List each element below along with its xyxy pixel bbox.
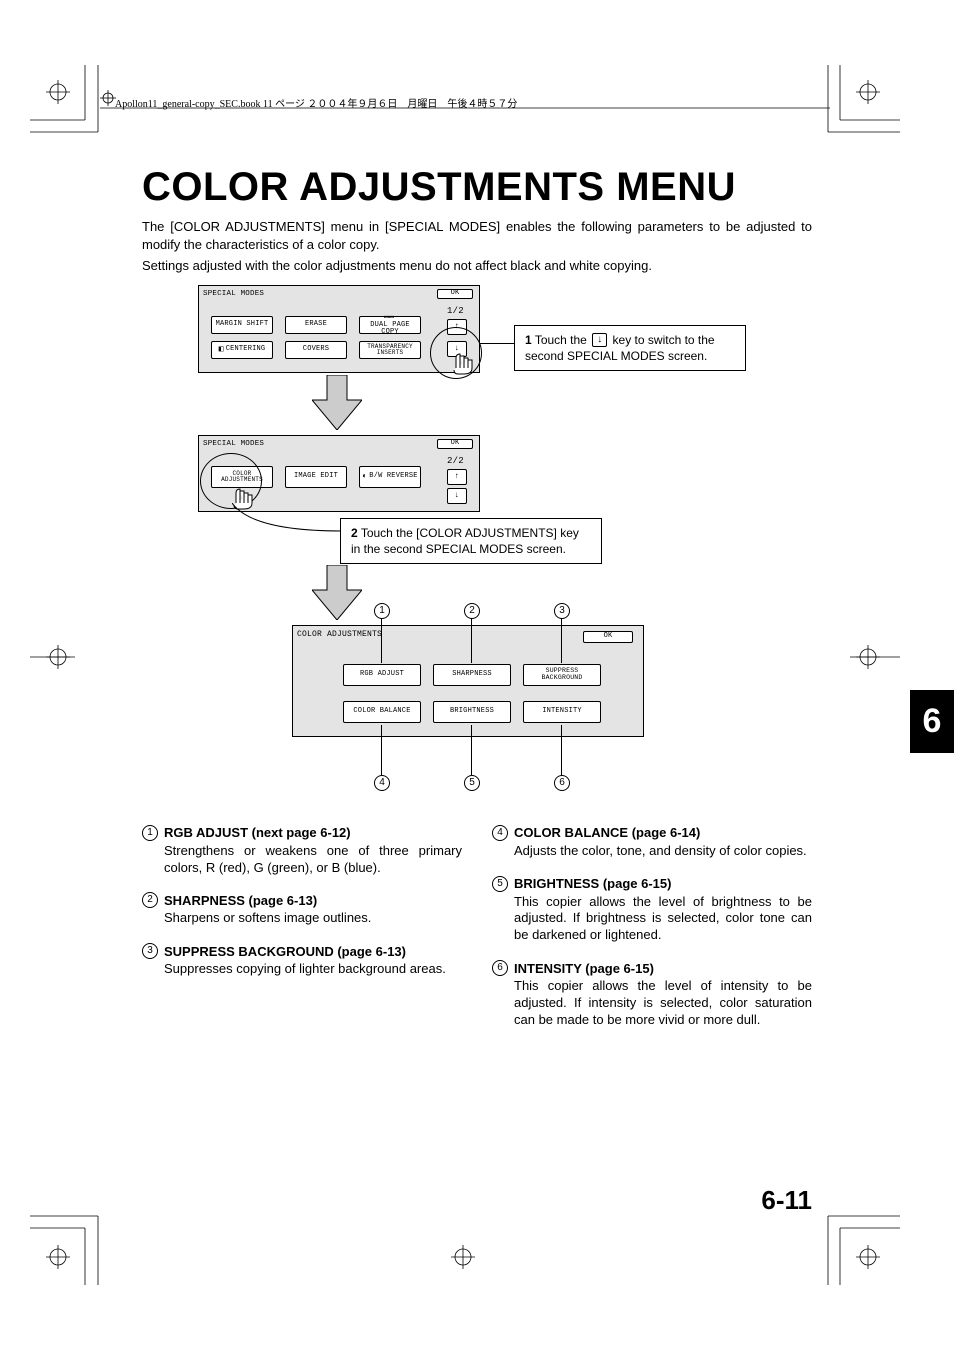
- panel2-title: SPECIAL MODES: [203, 440, 264, 448]
- definitions-right-column: 4 COLOR BALANCE (page 6-14) Adjusts the …: [492, 825, 812, 1045]
- def-sharpness: 2 SHARPNESS (page 6-13) Sharpens or soft…: [142, 892, 462, 927]
- def-suppress-background: 3 SUPPRESS BACKGROUND (page 6-13) Suppre…: [142, 943, 462, 978]
- panel1-title: SPECIAL MODES: [203, 290, 264, 298]
- def-color-balance: 4 COLOR BALANCE (page 6-14) Adjusts the …: [492, 825, 812, 860]
- panel2-down-button: ↓: [447, 488, 467, 504]
- page-content: COLOR ADJUSTMENTS MENU The [COLOR ADJUST…: [142, 165, 812, 1045]
- panel1-dual-page: ▭▭DUAL PAGE COPY: [359, 316, 421, 334]
- panel3-color-balance: COLOR BALANCE: [343, 701, 421, 723]
- panel1-margin-shift: MARGIN SHIFT: [211, 316, 273, 334]
- panel3-title: COLOR ADJUSTMENTS: [297, 630, 382, 639]
- intro-paragraph-1: The [COLOR ADJUSTMENTS] menu in [SPECIAL…: [142, 218, 812, 253]
- panel2-bw-reverse: ◐B/W REVERSE: [359, 466, 421, 488]
- callout2-text: Touch the [COLOR ADJUSTMENTS] key in the…: [351, 526, 579, 556]
- leader-line-1: [480, 343, 518, 344]
- definitions-left-column: 1 RGB ADJUST (next page 6-12) Strengthen…: [142, 825, 462, 1045]
- definitions: 1 RGB ADJUST (next page 6-12) Strengthen…: [142, 825, 812, 1045]
- hand-pointer-icon: [450, 348, 478, 376]
- def-brightness: 5 BRIGHTNESS (page 6-15) This copier all…: [492, 876, 812, 945]
- panel3-rgb-adjust: RGB ADJUST: [343, 664, 421, 686]
- flow-arrow-2: [312, 565, 362, 620]
- panel3-brightness: BRIGHTNESS: [433, 701, 511, 723]
- panel2-page-indicator: 2/2: [447, 456, 464, 466]
- panel1-centering: ◧CENTERING: [211, 341, 273, 359]
- flow-arrow-1: [312, 375, 362, 430]
- marker-5: 5: [464, 775, 480, 791]
- panel3-suppress-bg: SUPPRESS BACKGROUND: [523, 664, 601, 686]
- chapter-thumb-tab: 6: [910, 690, 954, 753]
- marker-6: 6: [554, 775, 570, 791]
- panel1-ok-button: OK: [437, 289, 473, 299]
- panel2-ok-button: OK: [437, 439, 473, 449]
- panel1-page-indicator: 1/2: [447, 306, 464, 316]
- page-title: COLOR ADJUSTMENTS MENU: [142, 165, 812, 210]
- header-filename: Apollon11_general-copy_SEC.book 11 ページ ２…: [115, 95, 517, 110]
- callout1-text-before: Touch the: [535, 333, 587, 347]
- panel1-transparency: TRANSPARENCY INSERTS: [359, 341, 421, 359]
- intro-paragraph-2: Settings adjusted with the color adjustm…: [142, 257, 812, 275]
- panel3-ok-button: OK: [583, 631, 633, 643]
- flow-diagram: SPECIAL MODES OK 1/2 ↑ ↓ MARGIN SHIFT ER…: [142, 285, 812, 805]
- centering-icon: ◧: [219, 346, 224, 354]
- page-number: 6-11: [761, 1185, 812, 1216]
- panel2-up-button: ↑: [447, 469, 467, 485]
- def-rgb-adjust: 1 RGB ADJUST (next page 6-12) Strengthen…: [142, 825, 462, 877]
- panel1-erase: ERASE: [285, 316, 347, 334]
- def-intensity: 6 INTENSITY (page 6-15) This copier allo…: [492, 960, 812, 1029]
- panel3-sharpness: SHARPNESS: [433, 664, 511, 686]
- marker-1: 1: [374, 603, 390, 619]
- marker-2: 2: [464, 603, 480, 619]
- callout-step-1: 1 Touch the ↓ key to switch to the secon…: [514, 325, 746, 371]
- callout2-number: 2: [351, 526, 358, 540]
- panel1-covers: COVERS: [285, 341, 347, 359]
- marker-3: 3: [554, 603, 570, 619]
- callout1-number: 1: [525, 333, 532, 347]
- leader-line-2: [232, 503, 352, 533]
- callout-step-2: 2 Touch the [COLOR ADJUSTMENTS] key in t…: [340, 518, 602, 564]
- panel2-image-edit: IMAGE EDIT: [285, 466, 347, 488]
- panel-color-adjustments: COLOR ADJUSTMENTS OK RGB ADJUST SHARPNES…: [292, 625, 644, 737]
- panel3-intensity: INTENSITY: [523, 701, 601, 723]
- bw-icon: ◐: [362, 473, 367, 481]
- down-key-icon: ↓: [592, 333, 607, 347]
- marker-4: 4: [374, 775, 390, 791]
